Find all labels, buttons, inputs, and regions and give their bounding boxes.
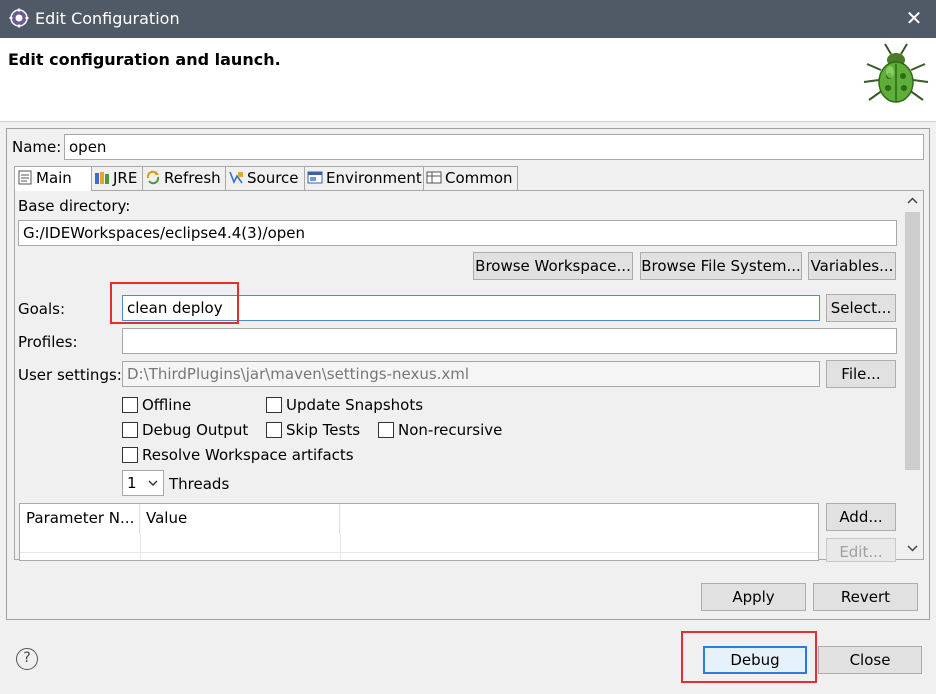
edit-parameter-button[interactable]: Edit... (826, 538, 896, 562)
resolve-workspace-checkbox[interactable] (122, 447, 138, 463)
browse-file-system-button[interactable]: Browse File System... (640, 252, 802, 280)
name-label: Name: (12, 138, 62, 156)
user-settings-input[interactable]: D:\ThirdPlugins\jar\maven\settings-nexus… (122, 361, 820, 387)
tab-environment[interactable]: Environment (304, 166, 424, 190)
tab-jre[interactable]: JRE (91, 166, 143, 190)
name-input[interactable]: open (64, 134, 924, 160)
tab-refresh-label: Refresh (164, 169, 221, 187)
parameter-name-column-header[interactable]: Parameter N... (20, 504, 140, 534)
update-snapshots-label: Update Snapshots (286, 396, 424, 414)
window-close-button[interactable]: ✕ (904, 7, 924, 29)
goals-label: Goals: (18, 300, 66, 318)
tab-main-label: Main (36, 169, 72, 187)
threads-select[interactable]: 1 (122, 470, 164, 496)
environment-icon (307, 171, 323, 184)
scrollbar-thumb[interactable] (905, 212, 920, 470)
skip-tests-label: Skip Tests (286, 421, 361, 439)
window-title: Edit Configuration (35, 9, 180, 28)
library-icon (95, 172, 109, 184)
offline-checkbox[interactable] (122, 397, 138, 413)
threads-select-value: 1 (127, 474, 137, 492)
close-button[interactable]: Close (818, 646, 922, 674)
goals-select-button[interactable]: Select... (826, 294, 896, 322)
browse-workspace-button[interactable]: Browse Workspace... (473, 252, 633, 280)
gear-icon (9, 8, 29, 28)
source-icon (229, 171, 243, 184)
variables-button[interactable]: Variables... (808, 252, 896, 280)
tab-refresh[interactable]: Refresh (142, 166, 226, 190)
header-title: Edit configuration and launch. (8, 50, 281, 69)
bug-icon (863, 43, 929, 103)
tab-source[interactable]: Source (225, 166, 305, 190)
base-directory-label: Base directory: (18, 197, 131, 215)
threads-label: Threads (169, 475, 230, 493)
apply-button[interactable]: Apply (701, 583, 806, 611)
tab-common-label: Common (445, 169, 513, 187)
table-column-divider (340, 534, 341, 560)
document-icon (18, 170, 32, 185)
add-parameter-button[interactable]: Add... (826, 503, 896, 531)
non-recursive-checkbox[interactable] (378, 422, 394, 438)
profiles-label: Profiles: (18, 333, 78, 351)
title-bar: Edit Configuration ✕ (0, 0, 936, 38)
dialog-header: Edit configuration and launch. (0, 38, 936, 122)
resolve-workspace-label: Resolve Workspace artifacts (142, 446, 354, 464)
parameter-table[interactable]: Parameter N... Value (19, 503, 819, 561)
goals-highlight-box (110, 282, 239, 324)
debug-highlight-box (681, 631, 817, 683)
chevron-down-icon (148, 480, 158, 486)
user-settings-file-button[interactable]: File... (826, 360, 896, 388)
revert-button[interactable]: Revert (813, 583, 918, 611)
tab-common[interactable]: Common (423, 166, 518, 190)
scroll-up-icon[interactable] (907, 197, 918, 204)
tab-jre-label: JRE (113, 169, 138, 187)
non-recursive-label: Non-recursive (398, 421, 503, 439)
debug-output-checkbox[interactable] (122, 422, 138, 438)
panel-vertical-scrollbar[interactable] (902, 191, 923, 559)
skip-tests-checkbox[interactable] (266, 422, 282, 438)
profiles-input[interactable] (122, 328, 897, 354)
debug-output-label: Debug Output (142, 421, 249, 439)
tab-source-label: Source (247, 169, 299, 187)
refresh-icon (146, 170, 160, 185)
help-icon[interactable]: ? (16, 648, 38, 670)
tab-environment-label: Environment (326, 169, 422, 187)
scroll-down-icon[interactable] (907, 545, 918, 552)
tab-main[interactable]: Main (14, 166, 92, 191)
base-directory-input[interactable]: G:/IDEWorkspaces/eclipse4.4(3)/open (18, 220, 897, 246)
common-icon (426, 171, 442, 184)
update-snapshots-checkbox[interactable] (266, 397, 282, 413)
user-settings-label: User settings: (18, 366, 122, 384)
offline-label: Offline (142, 396, 192, 414)
parameter-value-column-header[interactable]: Value (140, 504, 340, 534)
table-column-divider (140, 534, 141, 560)
